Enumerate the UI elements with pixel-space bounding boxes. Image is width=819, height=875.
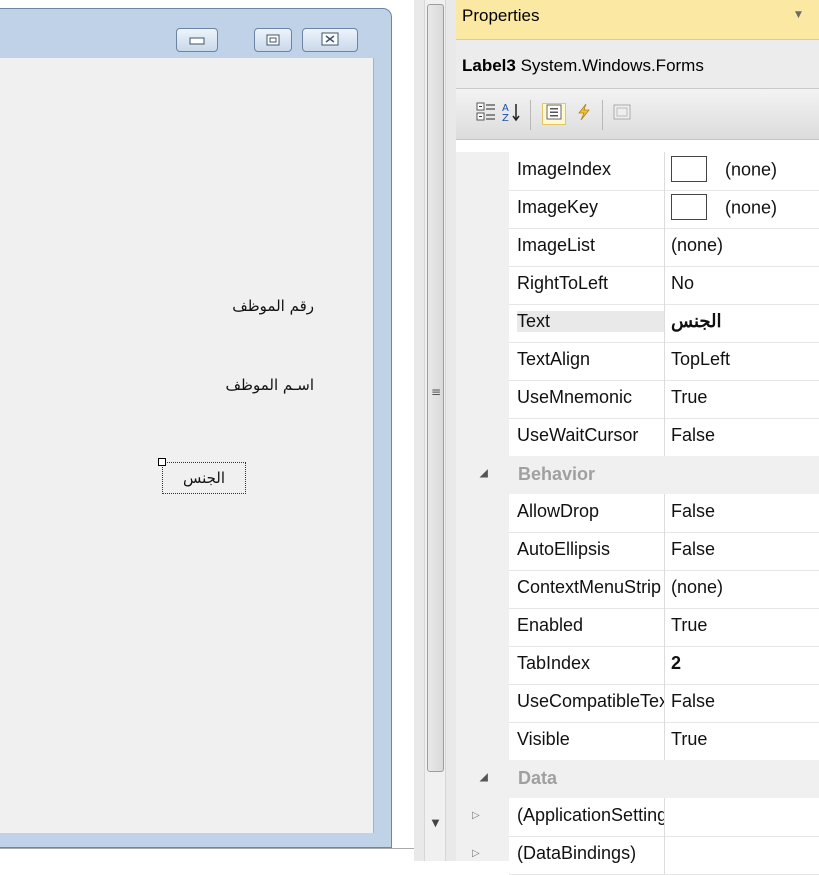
minimize-icon <box>189 31 205 50</box>
properties-button[interactable] <box>542 103 566 125</box>
property-value[interactable]: (none) <box>664 570 819 608</box>
expand-triangle-icon[interactable]: ▷ <box>472 810 480 821</box>
toolbar-separator <box>530 100 531 130</box>
property-name: TabIndex <box>517 653 591 673</box>
horizontal-scrollbar[interactable] <box>0 848 414 861</box>
property-row-text[interactable]: Text الجنس <box>509 304 819 343</box>
employee-number-label[interactable]: رقم الموظف <box>174 297 314 315</box>
property-value[interactable]: No <box>664 266 819 304</box>
property-row-databindings[interactable]: (DataBindings) <box>509 836 819 875</box>
events-icon <box>576 103 592 125</box>
scroll-down-arrow-icon[interactable]: ▼ <box>427 818 444 829</box>
property-value[interactable] <box>664 798 819 836</box>
gender-label-selected[interactable]: الجنس <box>162 462 246 494</box>
object-type: System.Windows.Forms <box>520 56 704 75</box>
property-name: Visible <box>517 729 570 749</box>
close-icon <box>321 31 339 50</box>
property-name: UseWaitCursor <box>517 425 639 445</box>
categorized-icon <box>476 102 496 126</box>
property-row-textalign[interactable]: TextAlign TopLeft <box>509 342 819 381</box>
property-row-enabled[interactable]: Enabled True <box>509 608 819 647</box>
property-value[interactable]: True <box>664 722 819 760</box>
property-name: Enabled <box>517 615 584 635</box>
property-value[interactable] <box>664 836 819 874</box>
toolbar-separator <box>602 100 603 130</box>
property-name: RightToLeft <box>517 273 609 293</box>
property-row-applicationsettings[interactable]: (ApplicationSettings) <box>509 798 819 837</box>
property-grid-gutter <box>456 152 509 861</box>
category-label: Behavior <box>518 464 596 484</box>
property-name: ContextMenuStrip <box>517 577 662 597</box>
categorized-button[interactable] <box>476 102 496 126</box>
category-label: Data <box>518 768 558 788</box>
category-data[interactable]: ◢ Data <box>456 760 819 798</box>
property-row-usecompatibletextrendering[interactable]: UseCompatibleTextRenderingFalse <box>509 684 819 723</box>
resize-handle[interactable] <box>158 458 166 466</box>
property-row-autoellipsis[interactable]: AutoEllipsis False <box>509 532 819 571</box>
properties-title: Properties <box>462 6 540 25</box>
property-value[interactable]: False <box>664 418 819 456</box>
property-name: ImageList <box>517 235 596 255</box>
property-row-contextmenustrip[interactable]: ContextMenuStrip (none) <box>509 570 819 609</box>
maximize-icon <box>266 31 280 50</box>
svg-text:Z: Z <box>502 113 509 123</box>
object-name: Label3 <box>462 56 516 75</box>
property-row-allowdrop[interactable]: AllowDrop False <box>509 494 819 533</box>
property-row-righttoleft[interactable]: RightToLeft No <box>509 266 819 305</box>
property-name: Text <box>517 311 665 332</box>
grip-icon: ≡ <box>430 385 442 399</box>
property-row-tabindex[interactable]: TabIndex 2 <box>509 646 819 685</box>
property-name: AutoEllipsis <box>517 539 611 559</box>
property-name: (ApplicationSettings) <box>517 805 665 825</box>
property-value[interactable]: False <box>664 532 819 570</box>
property-name: ImageIndex <box>517 159 612 179</box>
property-row-imagekey[interactable]: ImageKey (none) <box>509 190 819 229</box>
property-row-usemnemonic[interactable]: UseMnemonic True <box>509 380 819 419</box>
property-value[interactable]: 2 <box>664 646 819 684</box>
property-row-usewaitcursor[interactable]: UseWaitCursor False <box>509 418 819 457</box>
property-value[interactable]: (none) <box>664 152 819 190</box>
form-client-area[interactable] <box>0 58 374 833</box>
expand-triangle-icon[interactable]: ▷ <box>472 848 480 859</box>
property-name: UseCompatibleTextRendering <box>517 691 665 711</box>
category-behavior[interactable]: ◢ Behavior <box>456 456 819 494</box>
property-value[interactable]: TopLeft <box>664 342 819 380</box>
object-selector[interactable]: Label3 System.Windows.Forms <box>456 40 819 88</box>
employee-name-label[interactable]: اسـم الموظف <box>174 376 314 394</box>
property-value[interactable]: False <box>664 494 819 532</box>
alphabetical-button[interactable]: AZ <box>502 103 522 125</box>
property-name: AllowDrop <box>517 501 600 521</box>
close-button[interactable] <box>302 28 358 52</box>
collapse-triangle-icon[interactable]: ◢ <box>480 468 488 479</box>
property-value[interactable]: (none) <box>664 190 819 228</box>
property-value[interactable]: الجنس <box>664 304 819 342</box>
events-button[interactable] <box>574 103 594 125</box>
property-value[interactable]: True <box>664 380 819 418</box>
property-name: UseMnemonic <box>517 387 633 407</box>
property-value[interactable]: True <box>664 608 819 646</box>
alphabetical-icon: AZ <box>501 101 523 127</box>
image-swatch <box>671 194 707 220</box>
property-row-visible[interactable]: Visible True <box>509 722 819 761</box>
properties-title-bar: Properties <box>456 0 819 40</box>
property-name: ImageKey <box>517 197 599 217</box>
property-row-imagelist[interactable]: ImageList (none) <box>509 228 819 267</box>
minimize-button[interactable] <box>176 28 218 52</box>
maximize-button[interactable] <box>254 28 292 52</box>
property-value[interactable]: (none) <box>664 228 819 266</box>
image-swatch <box>671 156 707 182</box>
window-position-dropdown-icon[interactable]: ▼ <box>795 10 809 20</box>
properties-icon <box>546 104 562 124</box>
collapse-triangle-icon[interactable]: ◢ <box>480 772 488 783</box>
property-pages-icon <box>613 104 631 124</box>
property-pages-button[interactable] <box>612 103 632 125</box>
property-value[interactable]: False <box>664 684 819 722</box>
property-row-imageindex[interactable]: ImageIndex (none) <box>509 152 819 191</box>
property-name: TextAlign <box>517 349 591 369</box>
